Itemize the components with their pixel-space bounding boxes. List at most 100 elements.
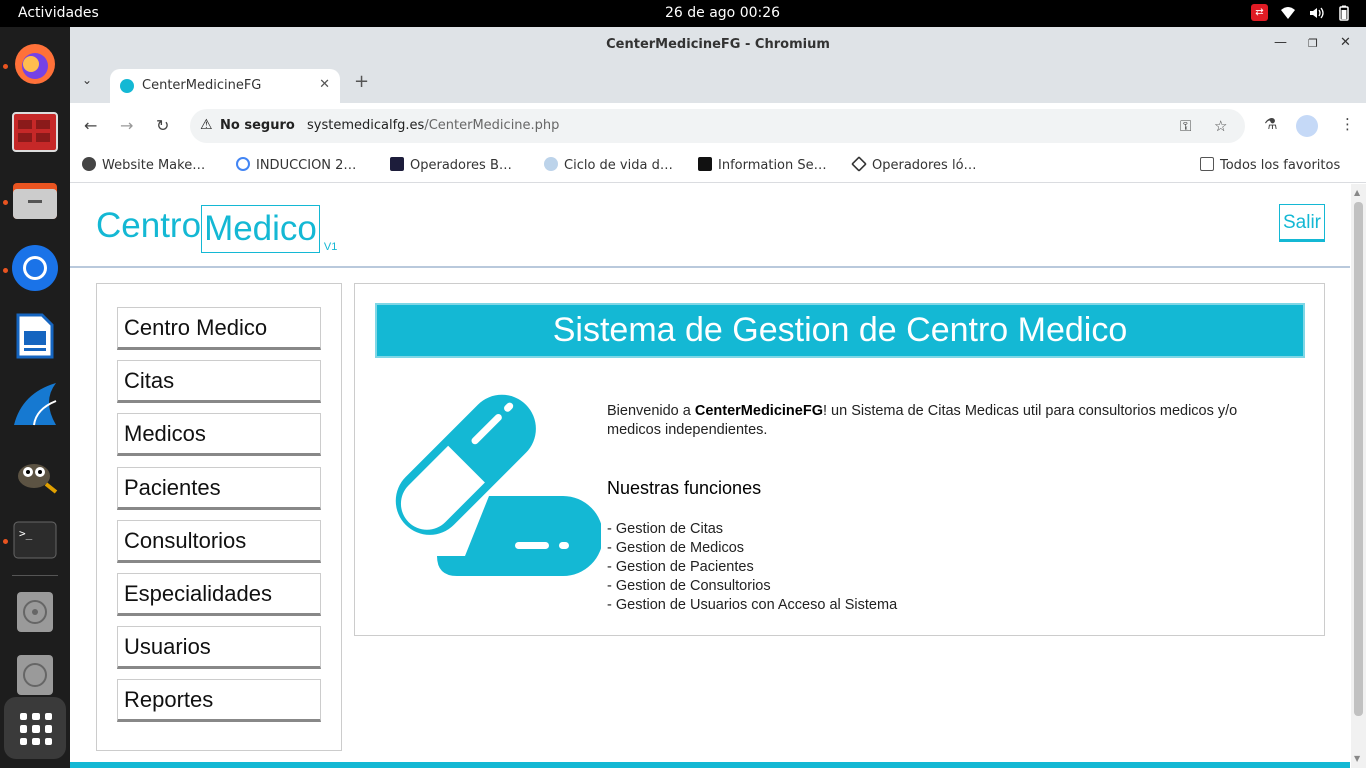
running-indicator <box>3 539 8 544</box>
window-titlebar[interactable]: CenterMedicineFG - Chromium — ❐ ✕ <box>70 27 1366 63</box>
sidebar-item-reportes[interactable]: Reportes <box>117 679 321 722</box>
bookmark-item[interactable]: Operadores ló… <box>851 156 977 173</box>
bookmark-label: Operadores B… <box>410 158 512 173</box>
logout-button[interactable]: Salir <box>1279 204 1325 242</box>
files-icon[interactable] <box>10 175 60 225</box>
chromium-icon[interactable] <box>10 243 60 293</box>
site-favicon-icon <box>120 79 134 93</box>
tab-close-icon[interactable]: ✕ <box>319 77 330 92</box>
running-indicator <box>3 64 8 69</box>
bookmark-item[interactable]: Operadores B… <box>390 157 512 173</box>
bookmark-item[interactable]: Information Se… <box>698 157 827 173</box>
site-logo[interactable]: CentroMedico V1 <box>96 205 338 253</box>
tab-centermedicinefg[interactable]: CenterMedicineFG ✕ <box>110 69 340 103</box>
gimp-icon[interactable] <box>10 447 60 497</box>
disc-drive-icon[interactable] <box>10 655 60 695</box>
x-logo-icon <box>698 157 712 171</box>
diamond-icon <box>851 156 867 172</box>
sidebar-item-medicos[interactable]: Medicos <box>117 413 321 456</box>
new-tab-plus-icon[interactable]: + <box>354 71 369 92</box>
profile-avatar-icon[interactable] <box>1296 115 1318 137</box>
list-item: - Gestion de Usuarios con Acceso al Sist… <box>607 597 898 613</box>
sidebar-item-especialidades[interactable]: Especialidades <box>117 573 321 616</box>
writer-icon[interactable] <box>10 311 60 361</box>
activities-button[interactable]: Actividades <box>18 5 99 21</box>
list-item: - Gestion de Medicos <box>607 540 745 556</box>
page-scrollbar[interactable]: ▲ ▼ <box>1351 184 1366 768</box>
address-bar[interactable]: ⚠ No seguro systemedicalfg.es/CenterMedi… <box>190 109 1245 143</box>
welcome-brand: CenterMedicineFG <box>694 403 823 419</box>
welcome-text: Bienvenido a CenterMedicineFG! un Sistem… <box>607 402 1287 440</box>
tab-title: CenterMedicineFG <box>142 78 262 93</box>
list-item: - Gestion de Consultorios <box>607 578 771 594</box>
minimize-icon[interactable]: — <box>1274 35 1287 50</box>
bookmark-item[interactable]: Website Make… <box>82 157 205 173</box>
bookmark-label: Operadores ló… <box>872 158 977 173</box>
main-content-panel: Sistema de Gestion de Centro Medico Bien… <box>354 283 1325 636</box>
tab-search-chevron-icon[interactable]: ⌄ <box>82 73 92 87</box>
a-logo-icon <box>390 157 404 171</box>
menu-kebab-icon[interactable]: ⋮ <box>1340 115 1355 133</box>
running-indicator <box>3 268 8 273</box>
scroll-up-arrow-icon[interactable]: ▲ <box>1354 188 1360 197</box>
security-status[interactable]: No seguro <box>220 118 295 133</box>
site-header: CentroMedico V1 Salir <box>70 184 1350 268</box>
dock: >_ <box>0 27 70 768</box>
folder-icon <box>1200 157 1214 171</box>
bookmark-label: Ciclo de vida d… <box>564 158 673 173</box>
welcome-prefix: Bienvenido a <box>607 403 695 419</box>
sidebar-item-citas[interactable]: Citas <box>117 360 321 403</box>
disc-drive-icon[interactable] <box>10 587 60 637</box>
key-icon[interactable]: ⚿ <box>1180 117 1191 135</box>
show-apps-button[interactable] <box>4 697 66 759</box>
wireshark-icon[interactable] <box>10 379 60 429</box>
bookmark-item[interactable]: INDUCCION 2… <box>236 157 356 173</box>
sidebar-item-consultorios[interactable]: Consultorios <box>117 520 321 563</box>
dock-separator <box>12 575 58 576</box>
browser-window: CenterMedicineFG - Chromium — ❐ ✕ ⌄ Cent… <box>70 27 1366 768</box>
url-path: /CenterMedicine.php <box>424 118 560 133</box>
logo-part2: Medico <box>201 205 320 253</box>
all-bookmarks-label: Todos los favoritos <box>1220 158 1341 173</box>
maximize-icon[interactable]: ❐ <box>1308 37 1318 50</box>
sidebar-item-usuarios[interactable]: Usuarios <box>117 626 321 669</box>
bookmark-label: Information Se… <box>718 158 827 173</box>
bookmark-label: Website Make… <box>102 158 206 173</box>
functions-heading: Nuestras funciones <box>607 478 762 498</box>
url-text[interactable]: systemedicalfg.es/CenterMedicine.php <box>307 118 559 133</box>
terminal-icon[interactable]: >_ <box>10 515 60 565</box>
forward-arrow-icon[interactable]: → <box>120 116 133 135</box>
scrollbar-thumb[interactable] <box>1354 202 1363 716</box>
firefox-icon[interactable] <box>10 39 60 89</box>
pills-illustration-icon <box>395 394 601 576</box>
all-bookmarks-folder[interactable]: Todos los favoritos <box>1200 157 1340 173</box>
terminal-app-icon[interactable] <box>10 107 60 157</box>
bookmark-star-icon[interactable]: ☆ <box>1214 117 1227 135</box>
close-icon[interactable]: ✕ <box>1340 35 1351 50</box>
back-arrow-icon[interactable]: ← <box>84 116 97 135</box>
system-tray[interactable]: ⇄ <box>1251 4 1352 21</box>
sidebar-item-centro-medico[interactable]: Centro Medico <box>117 307 321 350</box>
scroll-down-arrow-icon[interactable]: ▼ <box>1354 754 1360 763</box>
globe-icon <box>82 157 96 171</box>
volume-icon[interactable] <box>1308 5 1324 21</box>
google-icon <box>236 157 250 171</box>
warning-triangle-icon[interactable]: ⚠ <box>200 117 213 133</box>
tab-strip: ⌄ CenterMedicineFG ✕ + <box>70 63 1366 103</box>
system-top-bar: Actividades 26 de ago 00:26 ⇄ <box>0 0 1366 27</box>
logo-version: V1 <box>323 241 338 253</box>
reload-icon[interactable]: ↻ <box>156 116 169 135</box>
logo-part1: Centro <box>96 206 202 245</box>
apps-grid-icon <box>20 713 52 745</box>
wifi-icon[interactable] <box>1280 5 1296 21</box>
page-title-banner: Sistema de Gestion de Centro Medico <box>375 303 1305 358</box>
clock[interactable]: 26 de ago 00:26 <box>665 5 780 21</box>
battery-icon[interactable] <box>1336 5 1352 21</box>
app-indicator-icon[interactable]: ⇄ <box>1251 4 1268 21</box>
sidebar-item-pacientes[interactable]: Pacientes <box>117 467 321 510</box>
labs-flask-icon[interactable]: ⚗ <box>1264 115 1277 133</box>
list-item: - Gestion de Pacientes <box>607 559 754 575</box>
bookmark-item[interactable]: Ciclo de vida d… <box>544 157 673 173</box>
window-title: CenterMedicineFG - Chromium <box>606 37 830 52</box>
list-item: - Gestion de Citas <box>607 521 724 537</box>
